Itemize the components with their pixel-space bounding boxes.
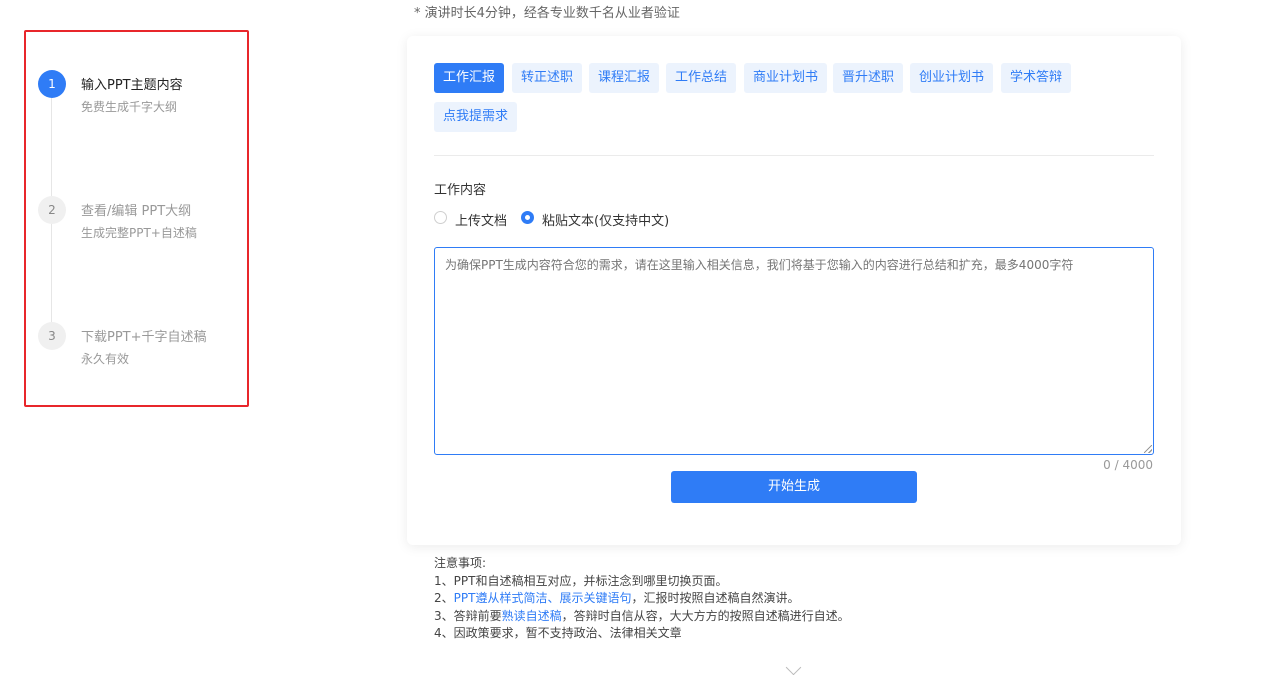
notes-line-2-prefix: 2、 bbox=[434, 591, 454, 605]
step-1-title: 输入PPT主题内容 bbox=[81, 78, 183, 93]
tab-request[interactable]: 点我提需求 bbox=[434, 102, 518, 132]
step-3-title: 下载PPT+千字自述稿 bbox=[81, 330, 207, 345]
notes-line-2-highlight: PPT遵从样式简洁、展示关键语句 bbox=[453, 591, 632, 605]
chevron-down-icon[interactable] bbox=[785, 659, 802, 675]
radio-label: 上传文档 bbox=[455, 214, 508, 229]
notes-line-2-suffix: ，汇报时按照自述稿自然演讲。 bbox=[631, 591, 800, 605]
notes-section: 注意事项: 1、PPT和自述稿相互对应，并标注念到哪里切换页面。 2、PPT遵从… bbox=[434, 555, 850, 643]
notes-line-3-prefix: 3、答辩前要 bbox=[434, 608, 502, 623]
top-note: * 演讲时长4分钟，经各专业数千名从业者验证 bbox=[414, 6, 680, 21]
tab-work-report[interactable]: 工作汇报 bbox=[434, 63, 505, 93]
tab-work-summary[interactable]: 工作总结 bbox=[666, 63, 737, 93]
tab-business-plan[interactable]: 商业计划书 bbox=[744, 63, 828, 93]
content-textarea[interactable] bbox=[434, 247, 1154, 455]
notes-title: 注意事项: bbox=[434, 556, 487, 570]
notes-line-3: 3、答辩前要熟读自述稿，答辩时自信从容，大大方方的按照自述稿进行自述。 bbox=[434, 608, 850, 626]
step-2-subtitle: 生成完整PPT+自述稿 bbox=[81, 226, 197, 240]
step-1-subtitle: 免费生成千字大纲 bbox=[81, 100, 178, 114]
radio-dot[interactable] bbox=[434, 211, 447, 224]
character-counter: 0 / 4000 bbox=[1103, 458, 1153, 472]
notes-line-1: 1、PPT和自述稿相互对应，并标注念到哪里切换页面。 bbox=[434, 573, 728, 588]
step-3-subtitle: 永久有效 bbox=[81, 352, 130, 366]
tab-regularization[interactable]: 转正述职 bbox=[512, 63, 583, 93]
field-label: 工作内容 bbox=[434, 183, 487, 198]
ppt-input-card: 工作汇报 转正述职 课程汇报 工作总结 商业计划书 晋升述职 创业计划书 学术答… bbox=[407, 36, 1181, 545]
notes-line-3-suffix: ，答辩时自信从容，大大方方的按照自述稿进行自述。 bbox=[561, 608, 850, 623]
radio-dot[interactable] bbox=[521, 211, 534, 224]
tab-academic-defense[interactable]: 学术答辩 bbox=[1001, 63, 1072, 93]
generate-button[interactable]: 开始生成 bbox=[671, 471, 917, 503]
tab-promotion[interactable]: 晋升述职 bbox=[833, 63, 904, 93]
step-1-number: 1 bbox=[38, 70, 66, 98]
divider bbox=[434, 155, 1154, 156]
step-3-number: 3 bbox=[38, 322, 66, 350]
tab-course-report[interactable]: 课程汇报 bbox=[589, 63, 660, 93]
notes-line-3-highlight: 熟读自述稿 bbox=[501, 608, 562, 623]
notes-line-4: 4、因政策要求，暂不支持政治、法律相关文章 bbox=[434, 626, 682, 640]
notes-line-2: 2、PPT遵从样式简洁、展示关键语句，汇报时按照自述稿自然演讲。 bbox=[434, 590, 850, 608]
step-2-number: 2 bbox=[38, 196, 66, 224]
radio-label: 粘贴文本(仅支持中文) bbox=[542, 214, 670, 229]
tab-startup-plan[interactable]: 创业计划书 bbox=[910, 63, 994, 93]
step-2-title: 查看/编辑 PPT大纲 bbox=[81, 204, 192, 219]
resize-handle-icon[interactable] bbox=[1144, 445, 1152, 453]
